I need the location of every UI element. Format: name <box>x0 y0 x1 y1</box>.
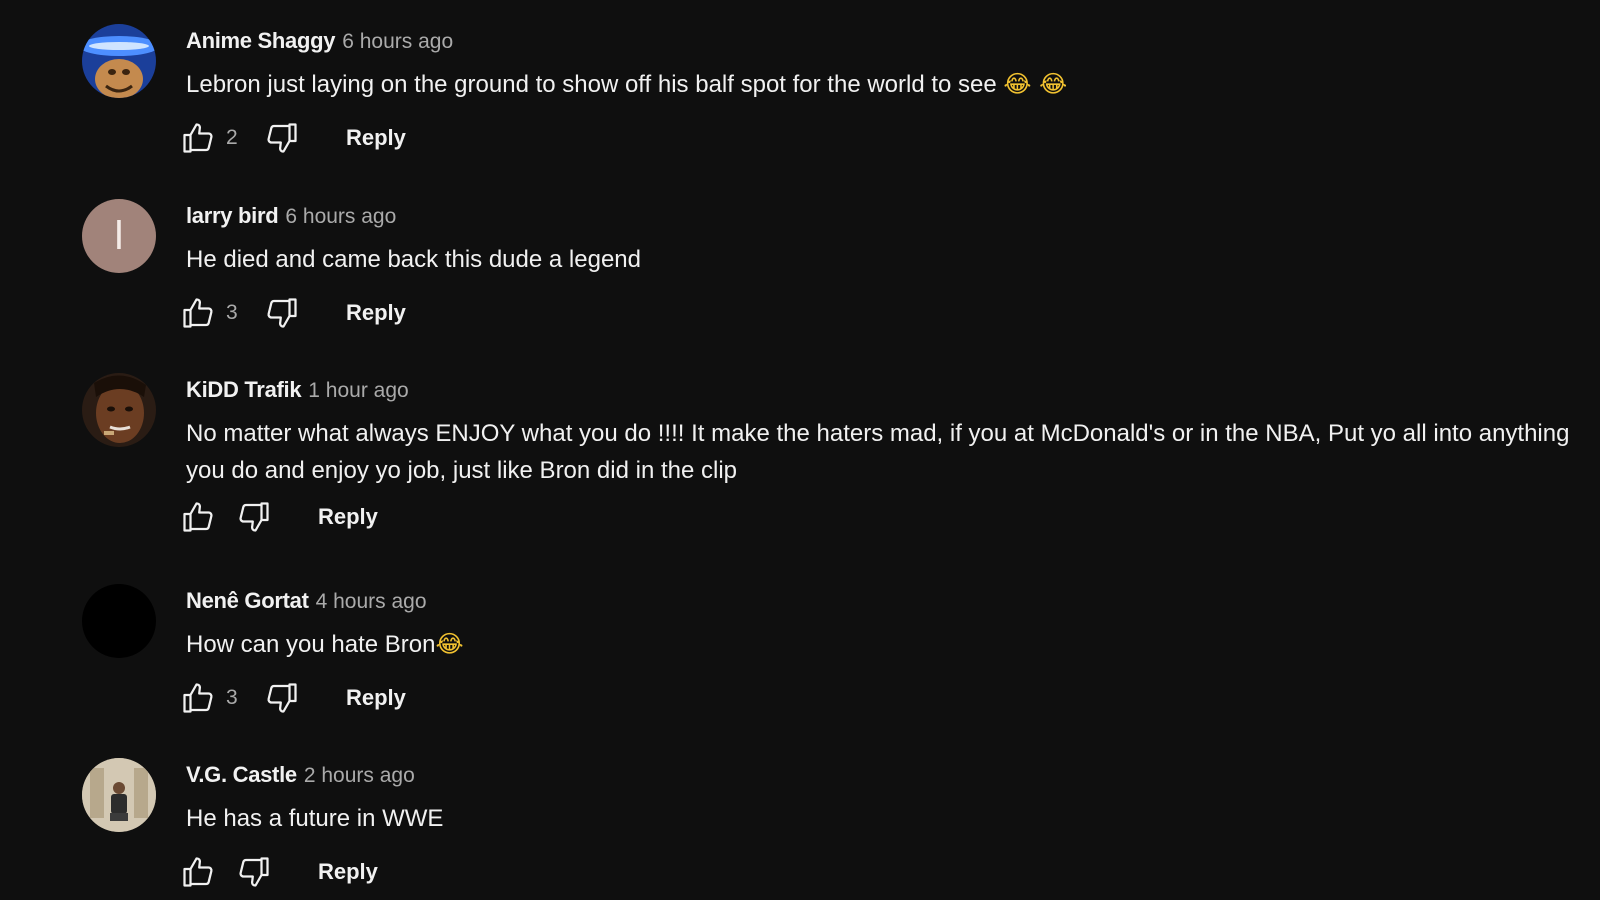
dislike-button[interactable] <box>264 676 300 720</box>
dislike-button[interactable] <box>264 291 300 335</box>
like-button[interactable] <box>180 850 216 894</box>
thumbs-down-icon <box>267 298 297 328</box>
like-count: 2 <box>226 126 238 149</box>
thumbs-down-icon <box>239 502 269 532</box>
laughing-emoji: 😂 <box>435 630 464 658</box>
like-count: 3 <box>226 301 238 324</box>
thumbs-up-icon <box>183 857 213 887</box>
comment-text-content: Lebron just laying on the ground to show… <box>186 71 997 98</box>
dislike-button[interactable] <box>264 116 300 160</box>
avatar[interactable] <box>82 584 156 658</box>
comment-author[interactable]: KiDD Trafik <box>186 377 302 402</box>
like-count: 3 <box>226 686 238 709</box>
like-button[interactable] <box>180 291 216 335</box>
like-button[interactable] <box>180 495 216 539</box>
dislike-button[interactable] <box>236 495 272 539</box>
reply-button[interactable]: Reply <box>346 291 406 335</box>
avatar[interactable]: l <box>82 199 156 273</box>
avatar[interactable] <box>82 758 156 832</box>
thumbs-up-icon <box>183 683 213 713</box>
reply-button[interactable]: Reply <box>318 850 378 894</box>
avatar[interactable] <box>82 373 156 447</box>
comment-text: No matter what always ENJOY what you do … <box>186 415 1576 489</box>
comment-text-content: He died and came back this dude a legend <box>186 246 641 273</box>
thumbs-down-icon <box>267 683 297 713</box>
comment-text-content: No matter what always ENJOY what you do … <box>186 420 1570 484</box>
laughing-emoji: 😂 😂 <box>1003 70 1068 98</box>
thumbs-up-icon <box>183 298 213 328</box>
comment-timestamp[interactable]: 6 hours ago <box>285 205 396 228</box>
reply-button[interactable]: Reply <box>346 116 406 160</box>
thumbs-up-icon <box>183 123 213 153</box>
reply-button[interactable]: Reply <box>346 676 406 720</box>
dislike-button[interactable] <box>236 850 272 894</box>
thumbs-down-icon <box>239 857 269 887</box>
comment-author[interactable]: larry bird <box>186 203 279 228</box>
comment-text-content: How can you hate Bron <box>186 631 436 658</box>
reply-button[interactable]: Reply <box>318 495 378 539</box>
like-button[interactable] <box>180 676 216 720</box>
comment-timestamp[interactable]: 2 hours ago <box>304 764 415 787</box>
comment-text: How can you hate Bron😂 <box>186 626 1576 663</box>
avatar[interactable] <box>82 24 156 98</box>
comment-author[interactable]: Nenê Gortat <box>186 588 309 613</box>
comment-text: He died and came back this dude a legend <box>186 241 1576 278</box>
thumbs-up-icon <box>183 502 213 532</box>
comment-author[interactable]: V.G. Castle <box>186 762 297 787</box>
comment-timestamp[interactable]: 1 hour ago <box>308 379 408 402</box>
comment-timestamp[interactable]: 6 hours ago <box>342 30 453 53</box>
like-button[interactable] <box>180 116 216 160</box>
comment-text: He has a future in WWE <box>186 800 1576 837</box>
comment-text-content: He has a future in WWE <box>186 805 444 832</box>
comment-author[interactable]: Anime Shaggy <box>186 28 336 53</box>
comment-timestamp[interactable]: 4 hours ago <box>316 590 427 613</box>
comment-text: Lebron just laying on the ground to show… <box>186 66 1576 103</box>
thumbs-down-icon <box>267 123 297 153</box>
